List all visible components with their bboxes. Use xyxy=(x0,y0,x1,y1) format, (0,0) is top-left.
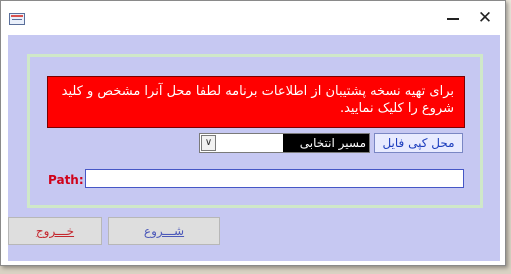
minimize-button[interactable] xyxy=(447,18,459,20)
chevron-down-icon[interactable]: ∨ xyxy=(201,135,216,151)
close-button[interactable]: ✕ xyxy=(475,7,495,29)
destination-combobox[interactable]: مسیر انتخابی ∨ xyxy=(199,133,370,153)
title-bar: ✕ xyxy=(1,1,505,35)
dialog-body: برای تهیه نسخه پشتیبان از اطلاعات برنامه… xyxy=(8,35,500,261)
instruction-banner: برای تهیه نسخه پشتیبان از اطلاعات برنامه… xyxy=(47,76,465,128)
path-label: Path: xyxy=(48,173,84,187)
destination-selected-value[interactable]: مسیر انتخابی xyxy=(283,134,369,152)
copy-location-label: محل کپی فایل xyxy=(374,133,463,153)
form-icon xyxy=(9,13,25,25)
backup-dialog: ✕ برای تهیه نسخه پشتیبان از اطلاعات برنا… xyxy=(0,0,506,266)
path-input[interactable] xyxy=(85,169,464,188)
start-button[interactable]: شـــروع xyxy=(108,217,220,245)
exit-button[interactable]: خـــروج xyxy=(8,217,102,245)
